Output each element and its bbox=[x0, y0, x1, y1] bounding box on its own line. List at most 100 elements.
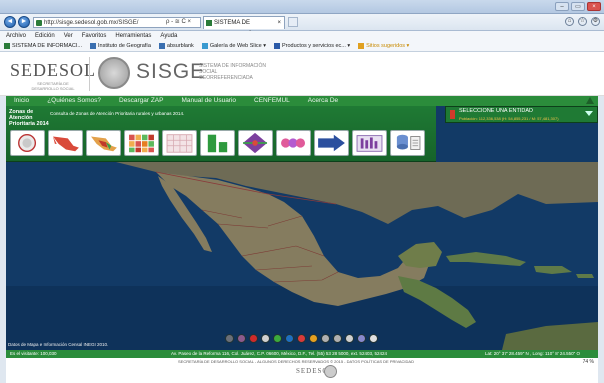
table-icon bbox=[356, 135, 383, 152]
entity-selector[interactable]: SELECCIONE UNA ENTIDAD Población: 112,33… bbox=[445, 106, 598, 123]
map-control-button[interactable] bbox=[285, 334, 294, 343]
map-control-button[interactable] bbox=[345, 334, 354, 343]
map-mexico-color-icon bbox=[91, 136, 117, 152]
tool-sql-capa-button[interactable] bbox=[390, 130, 425, 156]
sedesol-logo[interactable]: SEDESOL bbox=[10, 60, 96, 81]
favorite-label: Productos y servicios ec... ▾ bbox=[281, 42, 351, 49]
maximize-button[interactable]: ▭ bbox=[571, 2, 585, 11]
menu-herramientas[interactable]: Herramientas bbox=[115, 31, 151, 41]
tool-table-button[interactable] bbox=[352, 130, 387, 156]
map-control-button[interactable] bbox=[369, 334, 378, 343]
tool-diamond-button[interactable] bbox=[238, 130, 273, 156]
url-text: http://sisge.sedesol.gob.mx/SISGE/ bbox=[44, 20, 139, 26]
favorites-bar: SISTEMA DE INFORMACI... Instituto de Geo… bbox=[0, 41, 604, 52]
tool-sedesol-button[interactable] bbox=[314, 130, 349, 156]
nav-quienes-somos[interactable]: ¿Quiénes Somos? bbox=[47, 96, 101, 106]
url-tools[interactable]: ρ - ≅ C × bbox=[166, 17, 191, 27]
map-control-button[interactable] bbox=[261, 334, 270, 343]
home-icon[interactable]: ⌂ bbox=[565, 17, 574, 26]
new-tab-button[interactable] bbox=[288, 17, 298, 27]
visitor-counter: Es el visitante: 100,030 bbox=[10, 351, 57, 356]
sisge-logo[interactable]: SISGE bbox=[136, 60, 205, 84]
zoom-level[interactable]: 74 % bbox=[583, 359, 594, 365]
tool-bars-button[interactable] bbox=[200, 130, 235, 156]
favorites-star-icon[interactable]: ☆ bbox=[578, 17, 587, 26]
tab-close-icon[interactable]: × bbox=[277, 17, 281, 29]
contact-address: Av. Paseo de la Reforma 116, Col. Juárez… bbox=[171, 351, 387, 356]
map-control-button[interactable] bbox=[237, 334, 246, 343]
map-control-button[interactable] bbox=[249, 334, 258, 343]
footer-seal-icon bbox=[324, 365, 337, 378]
nav-inicio[interactable]: Inicio bbox=[14, 96, 29, 106]
favorite-link[interactable]: Sitios sugeridos ▾ bbox=[358, 41, 409, 51]
mexico-seal-icon bbox=[98, 57, 130, 89]
map-control-button[interactable] bbox=[357, 334, 366, 343]
map-control-button[interactable] bbox=[333, 334, 342, 343]
forward-button[interactable]: ► bbox=[18, 16, 30, 28]
zap-toolbar: Zonas de Atención Prioritaria 2014 Consu… bbox=[6, 106, 436, 162]
favorite-link[interactable]: Productos y servicios ec... ▾ bbox=[273, 41, 351, 51]
map-control-button[interactable] bbox=[297, 334, 306, 343]
sedesol-subtitle: SECRETARÍA DE DESARROLLO SOCIAL bbox=[31, 81, 75, 91]
nav-acerca-de[interactable]: Acerca De bbox=[308, 96, 338, 106]
settings-gear-icon[interactable]: ⚙ bbox=[591, 17, 600, 26]
address-bar-row: ◄ ► http://sisge.sedesol.gob.mx/SISGE/ ρ… bbox=[0, 14, 604, 38]
menu-favoritos[interactable]: Favoritos bbox=[82, 31, 107, 41]
home-icon[interactable] bbox=[586, 97, 594, 104]
header-divider bbox=[89, 57, 90, 91]
map-control-button[interactable] bbox=[225, 334, 234, 343]
tool-seal-button[interactable] bbox=[10, 130, 45, 156]
favorite-link[interactable]: Instituto de Geografía bbox=[89, 41, 151, 51]
sisge-subtitle: SISTEMA DE INFORMACIÓN SOCIAL GEORREFERE… bbox=[199, 63, 266, 81]
window-controls: – ▭ × bbox=[555, 2, 601, 11]
map-control-button[interactable] bbox=[321, 334, 330, 343]
back-button[interactable]: ◄ bbox=[4, 16, 16, 28]
map-credit: Datos de Mapa e Información Censal INEGI… bbox=[8, 342, 109, 347]
diamond-icon bbox=[243, 132, 268, 154]
tab-sisge[interactable]: SISTEMA DE INFORMACIÓ... × bbox=[203, 16, 285, 38]
site-favicon-icon bbox=[36, 20, 42, 26]
menu-ver[interactable]: Ver bbox=[64, 31, 73, 41]
tool-grid-light-button[interactable] bbox=[162, 130, 197, 156]
map-controls bbox=[225, 334, 378, 343]
favorite-icon bbox=[201, 43, 208, 49]
green-bars-icon bbox=[207, 134, 228, 153]
minimize-button[interactable]: – bbox=[555, 2, 569, 11]
close-window-button[interactable]: × bbox=[587, 2, 601, 11]
nav-cenfemul[interactable]: CENFEMUL bbox=[254, 96, 290, 106]
page-footer: SECRETARÍA DE DESARROLLO SOCIAL - ALGUNO… bbox=[6, 358, 598, 383]
map-control-button[interactable] bbox=[273, 334, 282, 343]
tab-favicon-icon bbox=[206, 20, 212, 26]
nav-manual[interactable]: Manual de Usuario bbox=[181, 96, 236, 106]
menu-ayuda[interactable]: Ayuda bbox=[160, 31, 177, 41]
menu-bar: Archivo Edición Ver Favoritos Herramient… bbox=[0, 31, 604, 41]
status-bar: Es el visitante: 100,030 Av. Paseo de la… bbox=[6, 350, 598, 358]
tool-hexagons-button[interactable] bbox=[276, 130, 311, 156]
favorite-icon bbox=[89, 43, 96, 49]
tool-map-red-button[interactable] bbox=[48, 130, 83, 156]
favorite-link[interactable]: SISTEMA DE INFORMACI... bbox=[4, 41, 82, 51]
hexagons-icon bbox=[281, 138, 306, 148]
favorite-label: Sitios sugeridos ▾ bbox=[366, 42, 410, 49]
map-control-button[interactable] bbox=[309, 334, 318, 343]
window-titlebar: – ▭ × bbox=[0, 0, 604, 14]
entity-indicator-icon bbox=[450, 110, 455, 119]
toolbar-description: Consulta de Zonas de Atención Prioritari… bbox=[50, 111, 185, 116]
favorite-icon bbox=[158, 43, 165, 49]
entity-title: SELECCIONE UNA ENTIDAD bbox=[459, 108, 533, 114]
favorite-label: absurblank bbox=[166, 42, 194, 49]
favorite-link[interactable]: absurblank bbox=[158, 41, 194, 51]
browser-tools: ⌂ ☆ ⚙ bbox=[565, 17, 600, 26]
favorite-link[interactable]: Galería de Web Slice ▾ bbox=[201, 41, 266, 51]
tool-grid-colors-button[interactable] bbox=[124, 130, 159, 156]
menu-edicion[interactable]: Edición bbox=[35, 31, 55, 41]
menu-archivo[interactable]: Archivo bbox=[6, 31, 26, 41]
toolbar-title: Zonas de Atención Prioritaria 2014 bbox=[9, 109, 49, 127]
sedesol-arrow-icon bbox=[318, 134, 345, 152]
light-grid-icon bbox=[166, 134, 193, 153]
nav-descargar-zap[interactable]: Descargar ZAP bbox=[119, 96, 163, 106]
chevron-down-icon[interactable] bbox=[585, 111, 593, 116]
favorite-label: Instituto de Geografía bbox=[97, 42, 151, 49]
sql-capa-icon bbox=[396, 134, 421, 150]
tool-map-color-button[interactable] bbox=[86, 130, 121, 156]
